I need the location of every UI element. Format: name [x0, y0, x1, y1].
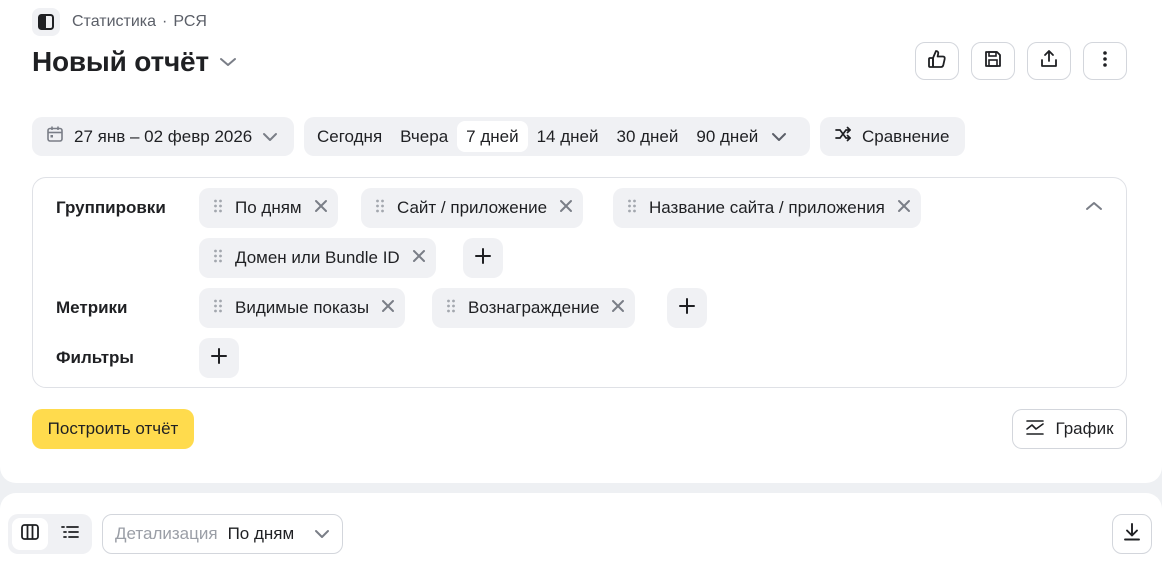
date-controls: 27 янв – 02 февр 2026 Сегодня Вчера 7 дн…	[32, 117, 965, 156]
metric-chip-reward[interactable]: Вознаграждение	[432, 288, 636, 328]
chart-icon	[1025, 418, 1045, 441]
detalization-value: По дням	[227, 524, 295, 543]
drag-handle-icon[interactable]	[213, 248, 223, 269]
drag-handle-icon[interactable]	[213, 198, 223, 219]
share-icon	[1038, 48, 1060, 75]
save-icon	[982, 48, 1004, 75]
chip-label: Сайт / приложение	[397, 198, 548, 217]
grouping-chip-site-name[interactable]: Название сайта / приложения	[613, 188, 921, 228]
calendar-icon	[46, 125, 64, 148]
chip-label: По дням	[235, 198, 302, 217]
page-title: Новый отчёт	[32, 46, 209, 77]
columns-icon	[20, 523, 40, 546]
chart-button-label: График	[1055, 419, 1114, 438]
period-90-days[interactable]: 90 дней	[687, 121, 767, 152]
date-range-picker[interactable]: 27 янв – 02 февр 2026	[32, 117, 294, 156]
close-icon[interactable]	[559, 198, 573, 218]
build-report-button[interactable]: Построить отчёт	[32, 409, 194, 449]
view-toggle	[8, 514, 92, 554]
download-button[interactable]	[1112, 514, 1152, 554]
columns-view-button[interactable]	[12, 518, 48, 550]
compare-button[interactable]: Сравнение	[820, 117, 965, 156]
like-button[interactable]	[915, 42, 959, 80]
list-tree-icon	[60, 523, 80, 546]
download-icon	[1122, 522, 1142, 547]
close-icon[interactable]	[611, 298, 625, 318]
period-more-chevron-icon[interactable]	[771, 127, 787, 147]
more-icon	[1094, 48, 1116, 75]
chip-label: Домен или Bundle ID	[235, 248, 400, 267]
drag-handle-icon[interactable]	[446, 298, 456, 319]
chip-label: Вознаграждение	[468, 298, 600, 317]
tree-view-button[interactable]	[52, 518, 88, 550]
chevron-down-icon	[262, 127, 278, 147]
more-button[interactable]	[1083, 42, 1127, 80]
groupings-label: Группировки	[56, 198, 166, 217]
chevron-up-icon	[1085, 199, 1103, 217]
collapse-button[interactable]	[1082, 196, 1106, 220]
drag-handle-icon[interactable]	[627, 198, 637, 219]
breadcrumb-subsection[interactable]: РСЯ	[173, 13, 207, 31]
drag-handle-icon[interactable]	[213, 298, 223, 319]
detalization-label: Детализация	[115, 524, 218, 543]
metrics-label: Метрики	[56, 298, 128, 317]
report-config-card: Группировки По дням Сайт / приложение На…	[32, 177, 1127, 388]
header-actions	[915, 42, 1127, 80]
plus-icon	[678, 297, 696, 320]
period-selector: Сегодня Вчера 7 дней 14 дней 30 дней 90 …	[304, 117, 810, 156]
grouping-chip-by-days[interactable]: По дням	[199, 188, 338, 228]
close-icon[interactable]	[381, 298, 395, 318]
breadcrumb-separator: ·	[162, 13, 168, 30]
like-icon	[926, 48, 948, 75]
page-title-dropdown[interactable]: Новый отчёт	[32, 44, 237, 80]
report-toolbar: Детализация По дням	[0, 493, 1162, 565]
shuffle-icon	[834, 125, 852, 148]
breadcrumb: Статистика · РСЯ	[32, 8, 207, 36]
grouping-chip-site-app[interactable]: Сайт / приложение	[361, 188, 584, 228]
period-today[interactable]: Сегодня	[308, 121, 391, 152]
drag-handle-icon[interactable]	[375, 198, 385, 219]
period-yesterday[interactable]: Вчера	[391, 121, 457, 152]
chevron-down-icon	[314, 524, 330, 544]
plus-icon	[210, 347, 228, 370]
period-30-days[interactable]: 30 дней	[607, 121, 687, 152]
chevron-down-icon	[219, 55, 237, 73]
close-icon[interactable]	[314, 198, 328, 218]
filters-label: Фильтры	[56, 348, 134, 367]
grouping-chip-domain[interactable]: Домен или Bundle ID	[199, 238, 436, 278]
chip-label: Видимые показы	[235, 298, 370, 317]
breadcrumb-section[interactable]: Статистика	[72, 13, 156, 31]
chart-button[interactable]: График	[1012, 409, 1127, 449]
period-7-days[interactable]: 7 дней	[457, 121, 528, 152]
report-settings-panel: Статистика · РСЯ Новый отчёт 27 янв – 02…	[0, 0, 1162, 483]
share-button[interactable]	[1027, 42, 1071, 80]
add-grouping-button[interactable]	[463, 238, 503, 278]
compare-label: Сравнение	[862, 126, 950, 146]
close-icon[interactable]	[412, 248, 426, 268]
detalization-select[interactable]: Детализация По дням	[102, 514, 343, 554]
date-range-label: 27 янв – 02 февр 2026	[74, 126, 253, 146]
save-button[interactable]	[971, 42, 1015, 80]
add-metric-button[interactable]	[667, 288, 707, 328]
chip-label: Название сайта / приложения	[649, 198, 885, 217]
close-icon[interactable]	[897, 198, 911, 218]
add-filter-button[interactable]	[199, 338, 239, 378]
plus-icon	[474, 247, 492, 270]
sidebar-toggle-icon[interactable]	[32, 8, 60, 36]
period-14-days[interactable]: 14 дней	[528, 121, 608, 152]
metric-chip-visible-impressions[interactable]: Видимые показы	[199, 288, 406, 328]
